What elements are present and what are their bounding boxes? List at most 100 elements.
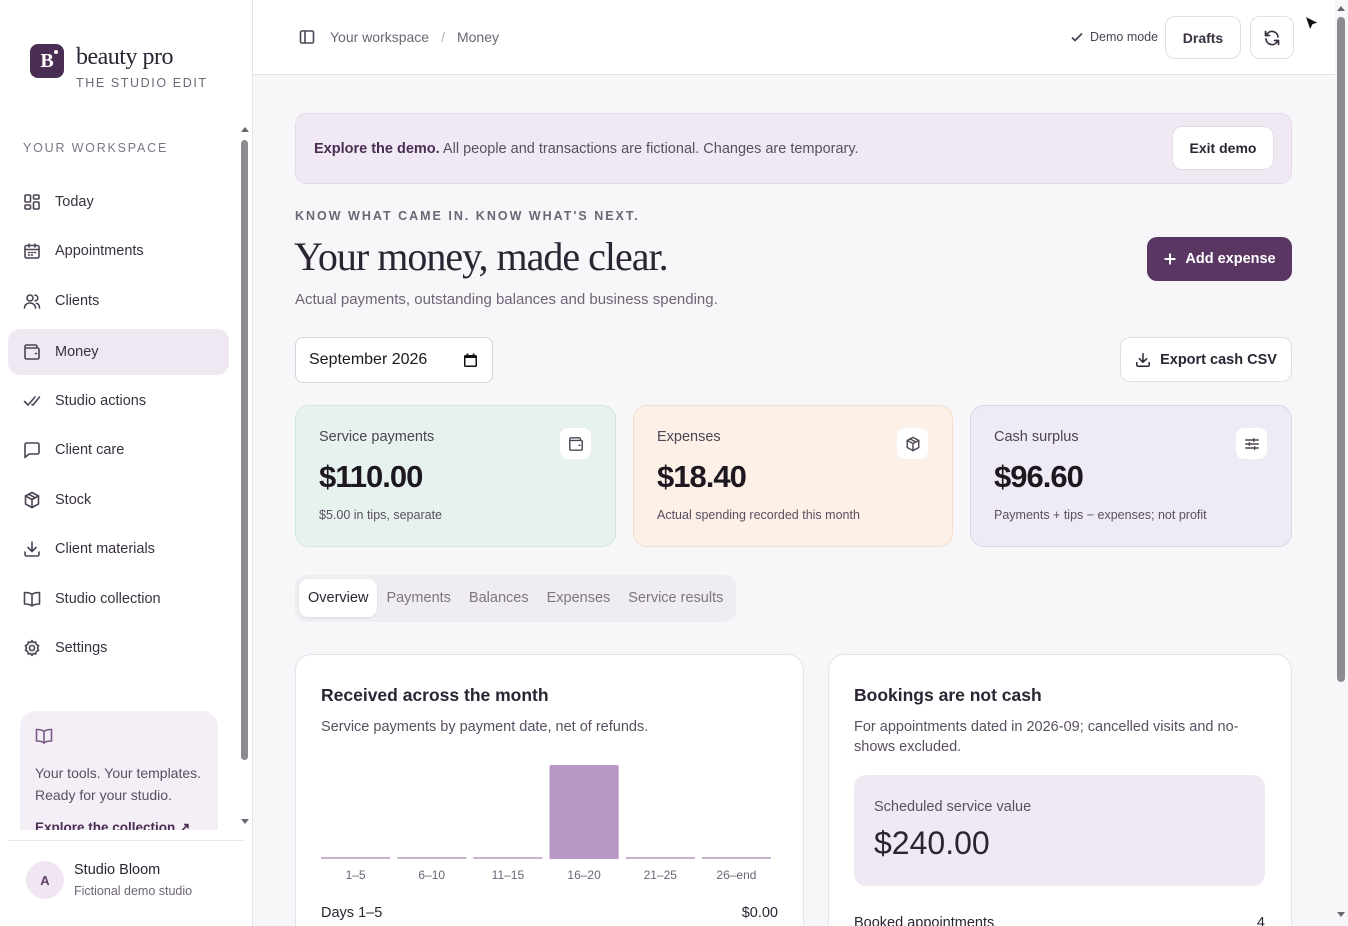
month-value: September 2026 xyxy=(309,351,428,368)
sidebar-item-today[interactable]: Today xyxy=(8,179,229,225)
x-tick-label: 16–20 xyxy=(567,868,601,882)
users-icon xyxy=(23,294,41,309)
sidebar-item-client-materials[interactable]: Client materials xyxy=(8,526,229,572)
demo-mode-indicator: Demo mode xyxy=(1070,30,1158,44)
booked-label: Booked appointments xyxy=(854,915,995,926)
sliders-icon xyxy=(1244,437,1259,450)
bar-baseline xyxy=(473,857,543,859)
banner-bold: Explore the demo. xyxy=(314,141,440,157)
add-expense-label: Add expense xyxy=(1185,251,1276,267)
nav-section-title: YOUR WORKSPACE xyxy=(23,141,169,155)
stat-value: $110.00 xyxy=(319,459,423,494)
stat-icon-box xyxy=(1236,428,1267,459)
demo-banner: Explore the demo. All people and transac… xyxy=(295,113,1292,184)
promo-text: Your tools. Your templates. Ready for yo… xyxy=(35,765,202,803)
booked-value: 4 xyxy=(1256,915,1265,926)
scheduled-value-panel: Scheduled service value $240.00 xyxy=(854,775,1265,886)
topbar: Your workspace / Money Demo mode Drafts xyxy=(253,0,1335,75)
page-scrollbar[interactable] xyxy=(1335,0,1348,926)
breadcrumb-current: Money xyxy=(456,29,500,45)
stat-note: Payments + tips − expenses; not profit xyxy=(994,508,1207,522)
scheduled-label: Scheduled service value xyxy=(874,799,1032,815)
stat-label: Expenses xyxy=(657,429,721,445)
sidebar-item-label: Client care xyxy=(55,442,125,458)
check-icon xyxy=(1071,32,1083,42)
add-expense-button[interactable]: Add expense xyxy=(1147,237,1292,281)
main-content: Explore the demo. All people and transac… xyxy=(253,75,1335,926)
refresh-button[interactable] xyxy=(1250,16,1294,59)
box-icon xyxy=(906,436,919,451)
scroll-up-arrow[interactable] xyxy=(1337,6,1345,11)
wallet-icon xyxy=(568,436,583,451)
tab-balances[interactable]: Balances xyxy=(460,579,538,617)
stat-note: Actual spending recorded this month xyxy=(657,508,860,522)
page-eyebrow: KNOW WHAT CAME IN. KNOW WHAT'S NEXT. xyxy=(295,209,640,223)
brand-tagline: THE STUDIO EDIT xyxy=(76,76,208,90)
page-subtitle: Actual payments, outstanding balances an… xyxy=(295,291,718,308)
export-label: Export cash CSV xyxy=(1160,351,1277,368)
sidebar-item-studio-collection[interactable]: Studio collection xyxy=(8,576,229,622)
tab-service-results[interactable]: Service results xyxy=(619,579,732,617)
received-chart: 1–5 6–10 11–15 16–20 21–25 26–end xyxy=(321,763,778,883)
gear-icon xyxy=(24,639,40,657)
sidebar-item-label: Studio actions xyxy=(55,393,147,409)
day-summary-row: Days 1–5 $0.00 xyxy=(321,905,778,921)
bar-baseline xyxy=(321,857,391,859)
brand[interactable]: B beauty pro THE STUDIO EDIT xyxy=(30,44,208,90)
exit-demo-button[interactable]: Exit demo xyxy=(1172,126,1274,170)
scheduled-value: $240.00 xyxy=(874,825,990,861)
stat-value: $18.40 xyxy=(657,459,747,494)
profile-name: Studio Bloom xyxy=(74,862,161,878)
sidebar-item-label: Today xyxy=(55,194,94,210)
month-picker-input[interactable]: September 2026 xyxy=(295,337,493,383)
drafts-button[interactable]: Drafts xyxy=(1165,16,1241,59)
scrollbar-thumb[interactable] xyxy=(1337,17,1345,682)
stat-icon-box xyxy=(897,428,928,459)
stat-card-expenses: Expenses $18.40 Actual spending recorded… xyxy=(633,405,953,547)
scroll-down-arrow[interactable] xyxy=(1337,912,1345,917)
sidebar-item-label: Money xyxy=(55,344,99,360)
sidebar-item-stock[interactable]: Stock xyxy=(8,477,229,523)
bookings-description: For appointments dated in 2026-09; cance… xyxy=(854,719,1239,755)
sidebar-item-appointments[interactable]: Appointments xyxy=(8,228,229,274)
plus-icon xyxy=(1164,253,1176,265)
sidebar-scrollbar[interactable] xyxy=(240,126,250,830)
profile[interactable]: A Studio Bloom Fictional demo studio xyxy=(8,840,244,926)
bookings-title: Bookings are not cash xyxy=(854,685,1042,705)
stat-label: Cash surplus xyxy=(994,429,1079,445)
sidebar-item-settings[interactable]: Settings xyxy=(8,625,229,671)
x-tick-label: 21–25 xyxy=(644,868,678,882)
breadcrumb-workspace[interactable]: Your workspace xyxy=(330,29,429,45)
scroll-down-arrow[interactable] xyxy=(241,819,249,824)
sidebar-item-studio-actions[interactable]: Studio actions xyxy=(8,378,229,424)
x-tick-label: 1–5 xyxy=(346,868,366,882)
download-icon xyxy=(24,541,40,557)
promo-card: Your tools. Your templates. Ready for yo… xyxy=(20,711,218,830)
x-tick-label: 6–10 xyxy=(418,868,445,882)
booked-appointments-row: Booked appointments 4 xyxy=(854,915,1265,926)
book-icon xyxy=(23,591,41,607)
bar-16–20[interactable] xyxy=(549,765,619,859)
sidebar-item-label: Client materials xyxy=(55,541,155,557)
tab-expenses[interactable]: Expenses xyxy=(538,579,620,617)
sidebar-item-client-care[interactable]: Client care xyxy=(8,427,229,473)
stat-value: $96.60 xyxy=(994,459,1084,494)
sidebar: B beauty pro THE STUDIO EDIT YOUR WORKSP… xyxy=(0,0,253,926)
sidebar-item-money[interactable]: Money xyxy=(8,329,229,375)
sidebar-toggle-button[interactable] xyxy=(299,29,315,45)
scrollbar-thumb[interactable] xyxy=(241,140,248,760)
stat-label: Service payments xyxy=(319,429,435,445)
avatar: A xyxy=(26,861,64,899)
x-tick-label: 26–end xyxy=(716,868,756,882)
tab-payments[interactable]: Payments xyxy=(377,579,459,617)
sidebar-nav: YOUR WORKSPACE Today Appointments Client… xyxy=(0,126,253,830)
calendar-icon[interactable] xyxy=(463,353,478,368)
demo-mode-label: Demo mode xyxy=(1090,30,1159,44)
stat-note: $5.00 in tips, separate xyxy=(319,508,442,522)
sidebar-item-label: Appointments xyxy=(55,243,144,259)
sidebar-item-clients[interactable]: Clients xyxy=(8,278,229,324)
scroll-up-arrow[interactable] xyxy=(241,127,249,132)
export-csv-button[interactable]: Export cash CSV xyxy=(1120,337,1292,382)
promo-link[interactable]: Explore the collection ↗ xyxy=(35,820,203,830)
tab-overview[interactable]: Overview xyxy=(299,579,378,617)
